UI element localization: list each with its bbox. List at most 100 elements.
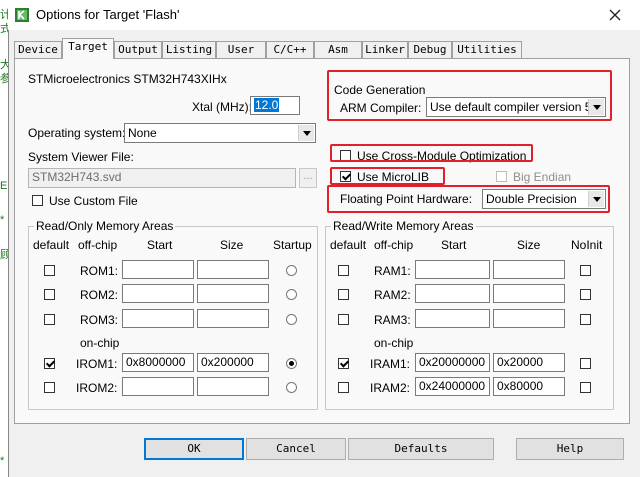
ram3-default-checkbox[interactable]	[338, 314, 349, 325]
iram2-noinit-checkbox[interactable]	[580, 382, 591, 393]
big-endian-checkbox[interactable]	[496, 171, 507, 182]
tab-utilities[interactable]: Utilities	[452, 41, 522, 58]
rom1-start-input[interactable]	[122, 260, 194, 279]
rom-header-startup: Startup	[273, 238, 312, 252]
svf-browse-button[interactable]: ...	[299, 168, 317, 188]
irom2-start-input[interactable]	[122, 377, 194, 396]
ram1-start-input[interactable]	[415, 260, 490, 279]
rom2-start-input[interactable]	[122, 284, 194, 303]
ok-button[interactable]: OK	[144, 438, 244, 460]
strip-char: 式	[0, 23, 8, 35]
ram2-start-input[interactable]	[415, 284, 490, 303]
os-value: None	[128, 126, 157, 140]
rom1-startup-radio[interactable]	[286, 265, 297, 276]
rom1-size-input[interactable]	[197, 260, 269, 279]
tab-listing[interactable]: Listing	[162, 41, 216, 58]
rom3-size-input[interactable]	[197, 309, 269, 328]
defaults-button[interactable]: Defaults	[348, 438, 494, 460]
highlight-microlib	[330, 167, 445, 185]
close-button[interactable]	[600, 4, 630, 26]
xtal-input[interactable]: 12.0	[250, 96, 300, 115]
irom1-size-input[interactable]: 0x200000	[197, 353, 269, 372]
tab-linker[interactable]: Linker	[362, 41, 408, 58]
rom3-label: ROM3:	[80, 313, 119, 327]
iram1-default-checkbox[interactable]	[338, 358, 349, 369]
background-window-strip: 计 式 大 参 E * 顾 *	[0, 0, 8, 477]
irom2-startup-radio[interactable]	[286, 382, 297, 393]
ram3-start-input[interactable]	[415, 309, 490, 328]
rom2-size-input[interactable]	[197, 284, 269, 303]
iram1-start-input[interactable]: 0x20000000	[415, 353, 490, 372]
rom-header-offchip: off-chip	[78, 238, 118, 252]
iram2-label: IRAM2:	[370, 381, 411, 395]
ram-header-start: Start	[441, 238, 467, 252]
rom3-start-input[interactable]	[122, 309, 194, 328]
irom2-label: IROM2:	[76, 381, 118, 395]
cancel-button[interactable]: Cancel	[246, 438, 346, 460]
irom2-default-checkbox[interactable]	[44, 382, 55, 393]
ram-header-noinit: NoInit	[571, 238, 603, 252]
highlight-floating-point	[327, 185, 610, 213]
ram1-noinit-checkbox[interactable]	[580, 265, 591, 276]
ram-header-default: default	[330, 238, 367, 252]
irom1-startup-radio[interactable]	[286, 358, 297, 369]
ram1-label: RAM1:	[374, 264, 411, 278]
rom2-default-checkbox[interactable]	[44, 289, 55, 300]
rom2-label: ROM2:	[80, 288, 119, 302]
rom-header-default: default	[33, 238, 70, 252]
rom1-label: ROM1:	[80, 264, 119, 278]
xtal-label: Xtal (MHz):	[192, 100, 252, 114]
ram-header-size: Size	[517, 238, 541, 252]
ram-group-label: Read/Write Memory Areas	[331, 219, 476, 233]
ram3-noinit-checkbox[interactable]	[580, 314, 591, 325]
chevron-down-icon	[298, 125, 314, 141]
device-name: STMicroelectronics STM32H743XIHx	[28, 72, 227, 86]
tab-target[interactable]: Target	[62, 38, 114, 59]
iram1-noinit-checkbox[interactable]	[580, 358, 591, 369]
strip-char: 顾	[0, 249, 8, 261]
tab-user[interactable]: User	[216, 41, 266, 58]
irom1-label: IROM1:	[76, 357, 118, 371]
strip-char: *	[0, 455, 5, 467]
tab-debug[interactable]: Debug	[408, 41, 452, 58]
window-title: Options for Target 'Flash'	[36, 7, 180, 22]
big-endian-label: Big Endian	[513, 170, 572, 184]
rom3-startup-radio[interactable]	[286, 314, 297, 325]
ram3-size-input[interactable]	[493, 309, 565, 328]
tab-asm[interactable]: Asm	[314, 41, 362, 58]
keil-app-icon	[15, 8, 29, 22]
ram-header-offchip: off-chip	[374, 238, 414, 252]
iram2-default-checkbox[interactable]	[338, 382, 349, 393]
rom2-startup-radio[interactable]	[286, 289, 297, 300]
use-custom-file-checkbox[interactable]	[32, 195, 43, 206]
iram1-size-input[interactable]: 0x20000	[493, 353, 565, 372]
irom1-default-checkbox[interactable]	[44, 358, 55, 369]
tab-c-cpp[interactable]: C/C++	[266, 41, 314, 58]
iram2-start-input[interactable]: 0x24000000	[415, 377, 490, 396]
rom1-default-checkbox[interactable]	[44, 265, 55, 276]
svf-input[interactable]: STM32H743.svd	[28, 168, 296, 188]
os-select[interactable]: None	[124, 123, 316, 143]
irom1-start-input[interactable]: 0x8000000	[122, 353, 194, 372]
rom3-default-checkbox[interactable]	[44, 314, 55, 325]
irom2-size-input[interactable]	[197, 377, 269, 396]
close-icon	[609, 9, 621, 21]
help-button[interactable]: Help	[516, 438, 624, 460]
ram-onchip-label: on-chip	[374, 336, 414, 350]
ram1-default-checkbox[interactable]	[338, 265, 349, 276]
iram2-size-input[interactable]: 0x80000	[493, 377, 565, 396]
tab-device[interactable]: Device	[14, 41, 62, 58]
highlight-cross-module	[330, 144, 533, 162]
os-label: Operating system:	[28, 126, 126, 140]
ram1-size-input[interactable]	[493, 260, 565, 279]
strip-char: *	[0, 214, 5, 226]
ram2-default-checkbox[interactable]	[338, 289, 349, 300]
rom-onchip-label: on-chip	[80, 336, 120, 350]
rom-header-start: Start	[147, 238, 173, 252]
use-custom-file-label: Use Custom File	[49, 194, 138, 208]
ram2-size-input[interactable]	[493, 284, 565, 303]
tab-output[interactable]: Output	[114, 41, 162, 58]
ram2-noinit-checkbox[interactable]	[580, 289, 591, 300]
strip-char: E	[0, 180, 8, 192]
xtal-value: 12.0	[254, 98, 280, 112]
